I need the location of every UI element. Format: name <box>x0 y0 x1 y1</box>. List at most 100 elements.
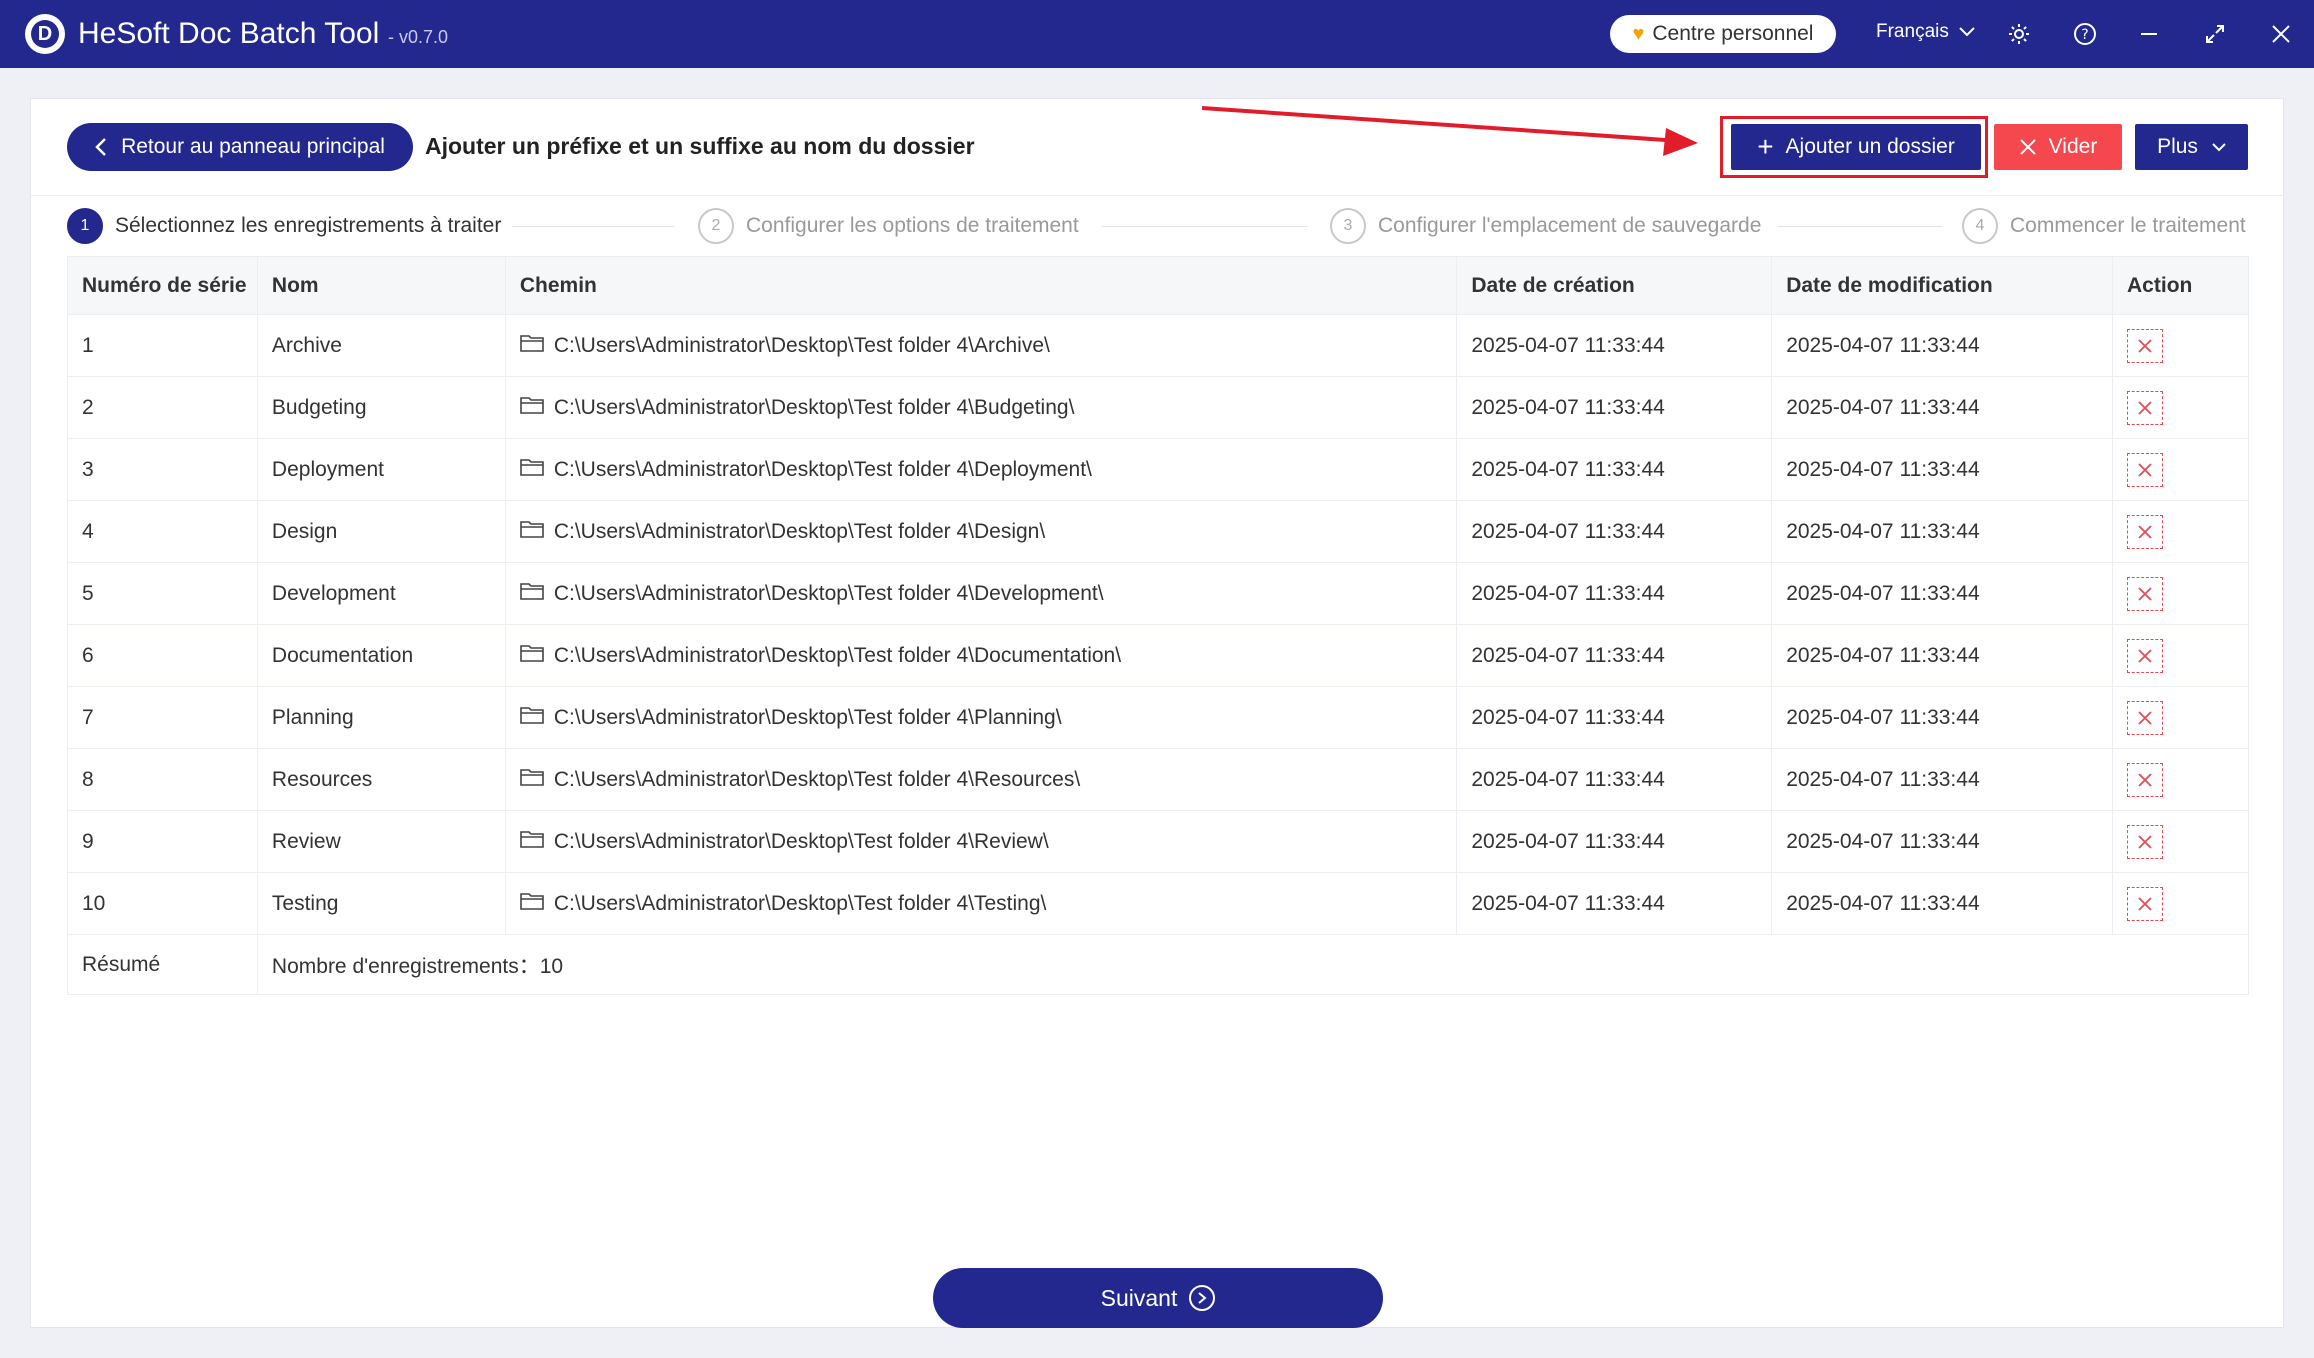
cell-path: C:\Users\Administrator\Desktop\Test fold… <box>505 562 1458 625</box>
delete-row-button[interactable] <box>2127 700 2164 735</box>
cell-serial: 10 <box>67 872 258 935</box>
cell-path: C:\Users\Administrator\Desktop\Test fold… <box>505 376 1458 439</box>
cell-action <box>2112 314 2249 377</box>
page-title: Ajouter un préfixe et un suffixe au nom … <box>425 133 975 159</box>
path-text: C:\Users\Administrator\Desktop\Test fold… <box>553 891 1047 915</box>
step-2: 2 Configurer les options de traitement <box>698 208 1079 244</box>
cell-action <box>2112 376 2249 439</box>
cell-name: Archive <box>257 314 506 377</box>
cell-name: Resources <box>257 748 506 811</box>
help-icon[interactable]: ? <box>2068 17 2102 51</box>
path-text: C:\Users\Administrator\Desktop\Test fold… <box>553 581 1104 605</box>
cell-path: C:\Users\Administrator\Desktop\Test fold… <box>505 810 1458 873</box>
maximize-icon[interactable] <box>2198 17 2232 51</box>
title-bar: D HeSoft Doc Batch Tool - v0.7.0 ♥ Centr… <box>0 0 2314 68</box>
gear-icon[interactable] <box>2002 17 2036 51</box>
cell-modified: 2025-04-07 11:33:44 <box>1771 562 2114 625</box>
delete-row-button[interactable] <box>2127 452 2164 487</box>
x-icon <box>2138 834 2152 849</box>
cell-serial: 5 <box>67 562 258 625</box>
path-text: C:\Users\Administrator\Desktop\Test fold… <box>553 829 1049 853</box>
table-row[interactable]: 7 Planning C:\Users\Administrator\Desktop\… <box>67 686 2249 749</box>
delete-row-button[interactable] <box>2127 328 2164 363</box>
cell-modified: 2025-04-07 11:33:44 <box>1771 314 2114 377</box>
table-header-row: Numéro de série Nom Chemin Date de créat… <box>67 256 2249 315</box>
chevron-down-icon <box>1959 27 1975 37</box>
clear-button[interactable]: Vider <box>1994 124 2122 170</box>
annotation-arrow <box>1201 106 1698 156</box>
table-row[interactable]: 9 Review C:\Users\Administrator\Desktop\Te… <box>67 810 2249 873</box>
cell-created: 2025-04-07 11:33:44 <box>1456 872 1773 935</box>
table-row[interactable]: 5 Development C:\Users\Administrator\Deskt… <box>67 562 2249 625</box>
column-header-serial[interactable]: Numéro de série <box>67 256 258 315</box>
delete-row-button[interactable] <box>2127 638 2164 673</box>
next-button[interactable]: Suivant <box>933 1268 1383 1328</box>
step-label: Configurer les options de traitement <box>746 214 1079 237</box>
delete-row-button[interactable] <box>2127 576 2164 611</box>
folder-icon <box>520 643 544 669</box>
x-icon <box>2138 772 2152 787</box>
back-label: Retour au panneau principal <box>121 135 385 158</box>
table-row[interactable]: 2 Budgeting C:\Users\Administrator\Desktop… <box>67 376 2249 439</box>
cell-serial: 8 <box>67 748 258 811</box>
app-title: HeSoft Doc Batch Tool <box>78 17 380 50</box>
table-row[interactable]: 4 Design C:\Users\Administrator\Desktop\Te… <box>67 500 2249 563</box>
table-row[interactable]: 10 Testing C:\Users\Administrator\Desktop\… <box>67 872 2249 935</box>
column-header-path[interactable]: Chemin <box>505 256 1458 315</box>
column-header-action: Action <box>2112 256 2249 315</box>
x-icon <box>2138 896 2152 911</box>
cell-modified: 2025-04-07 11:33:44 <box>1771 872 2114 935</box>
cell-serial: 6 <box>67 624 258 687</box>
table-row[interactable]: 6 Documentation C:\Users\Administrator\Des… <box>67 624 2249 687</box>
cell-action <box>2112 500 2249 563</box>
cell-modified: 2025-04-07 11:33:44 <box>1771 624 2114 687</box>
folder-icon <box>520 519 544 545</box>
x-icon <box>2138 648 2152 663</box>
delete-row-button[interactable] <box>2127 762 2164 797</box>
table-row[interactable]: 8 Resources C:\Users\Administrator\Desktop… <box>67 748 2249 811</box>
cell-created: 2025-04-07 11:33:44 <box>1456 314 1773 377</box>
column-header-name[interactable]: Nom <box>257 256 506 315</box>
x-icon <box>2138 338 2152 353</box>
cell-action <box>2112 562 2249 625</box>
cell-serial: 9 <box>67 810 258 873</box>
folder-icon <box>520 767 544 793</box>
cell-action <box>2112 624 2249 687</box>
cell-path: C:\Users\Administrator\Desktop\Test fold… <box>505 438 1458 501</box>
cell-path: C:\Users\Administrator\Desktop\Test fold… <box>505 314 1458 377</box>
path-text: C:\Users\Administrator\Desktop\Test fold… <box>553 333 1050 357</box>
more-button[interactable]: Plus <box>2135 124 2248 170</box>
plus-icon: + <box>1757 131 1774 162</box>
cell-serial: 3 <box>67 438 258 501</box>
delete-row-button[interactable] <box>2127 514 2164 549</box>
delete-row-button[interactable] <box>2127 824 2164 859</box>
add-folder-button[interactable]: + Ajouter un dossier <box>1731 124 1981 170</box>
cell-action <box>2112 872 2249 935</box>
step-label: Commencer le traitement <box>2010 214 2246 237</box>
cell-created: 2025-04-07 11:33:44 <box>1456 686 1773 749</box>
cell-modified: 2025-04-07 11:33:44 <box>1771 376 2114 439</box>
table-row[interactable]: 3 Deployment C:\Users\Administrator\Deskto… <box>67 438 2249 501</box>
records-table: Numéro de série Nom Chemin Date de créat… <box>67 256 2249 995</box>
folder-icon <box>520 581 544 607</box>
close-icon[interactable] <box>2264 17 2298 51</box>
delete-row-button[interactable] <box>2127 390 2164 425</box>
cell-serial: 7 <box>67 686 258 749</box>
step-3: 3 Configurer l'emplacement de sauvegarde <box>1330 208 1761 244</box>
back-button[interactable]: Retour au panneau principal <box>67 123 413 171</box>
table-row[interactable]: 1 Archive C:\Users\Administrator\Desktop\T… <box>67 314 2249 377</box>
personal-center-label: Centre personnel <box>1652 22 1814 45</box>
cell-created: 2025-04-07 11:33:44 <box>1456 748 1773 811</box>
next-label: Suivant <box>1100 1284 1178 1311</box>
delete-row-button[interactable] <box>2127 886 2164 921</box>
path-text: C:\Users\Administrator\Desktop\Test fold… <box>553 395 1075 419</box>
minimize-icon[interactable] <box>2132 17 2166 51</box>
personal-center-button[interactable]: ♥ Centre personnel <box>1610 15 1836 53</box>
column-header-modified[interactable]: Date de modification <box>1771 256 2114 315</box>
path-text: C:\Users\Administrator\Desktop\Test fold… <box>553 643 1122 667</box>
x-icon <box>2138 586 2152 601</box>
cell-name: Testing <box>257 872 506 935</box>
language-select[interactable]: Français <box>1876 21 1975 43</box>
step-connector <box>1778 226 1942 227</box>
column-header-created[interactable]: Date de création <box>1456 256 1773 315</box>
